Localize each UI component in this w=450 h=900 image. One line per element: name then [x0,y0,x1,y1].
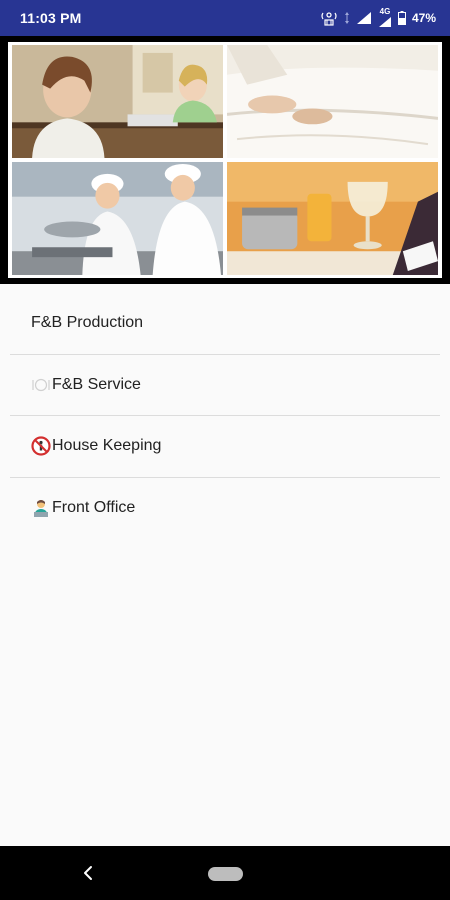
front-desk-photo [12,45,223,158]
location-tracker-icon [320,10,338,26]
collage-grid [8,42,442,278]
status-bar: 11:03 PM 4G 47% [0,0,450,36]
chefs-cooking-photo [12,162,223,275]
status-icons: 4G 47% [320,8,436,28]
person-at-laptop-icon [31,498,51,518]
back-icon[interactable] [78,863,98,883]
network-type-label: 4G [379,7,391,16]
list-item-label: Front Office [52,499,136,517]
cell-signal-icon: 4G [378,8,392,28]
list-item-house-keeping[interactable]: House Keeping [10,416,440,478]
list-item-fb-service[interactable]: F&B Service [10,355,440,416]
battery-icon [397,11,406,25]
hero-collage [0,36,450,284]
bed-making-photo [227,45,438,158]
app-screen: 11:03 PM 4G 47% F&B Production F&B Servi… [0,0,450,900]
home-pill-icon[interactable] [208,867,243,881]
no-entry-sign-icon [31,436,51,456]
battery-percent: 47% [411,11,436,25]
category-list: F&B Production F&B Service House Keeping… [0,293,450,539]
fork-knife-plate-icon [31,375,51,395]
status-time: 11:03 PM [20,10,82,26]
list-item-label: F&B Service [52,375,141,393]
list-item-front-office[interactable]: Front Office [10,478,440,540]
list-item-fb-production[interactable]: F&B Production [10,293,440,355]
system-nav-bar [0,846,450,900]
data-arrows-icon [344,11,350,25]
wifi-signal-icon [356,11,372,25]
wine-service-photo [227,162,438,275]
list-item-label: F&B Production [31,314,144,332]
list-item-label: House Keeping [52,437,162,455]
